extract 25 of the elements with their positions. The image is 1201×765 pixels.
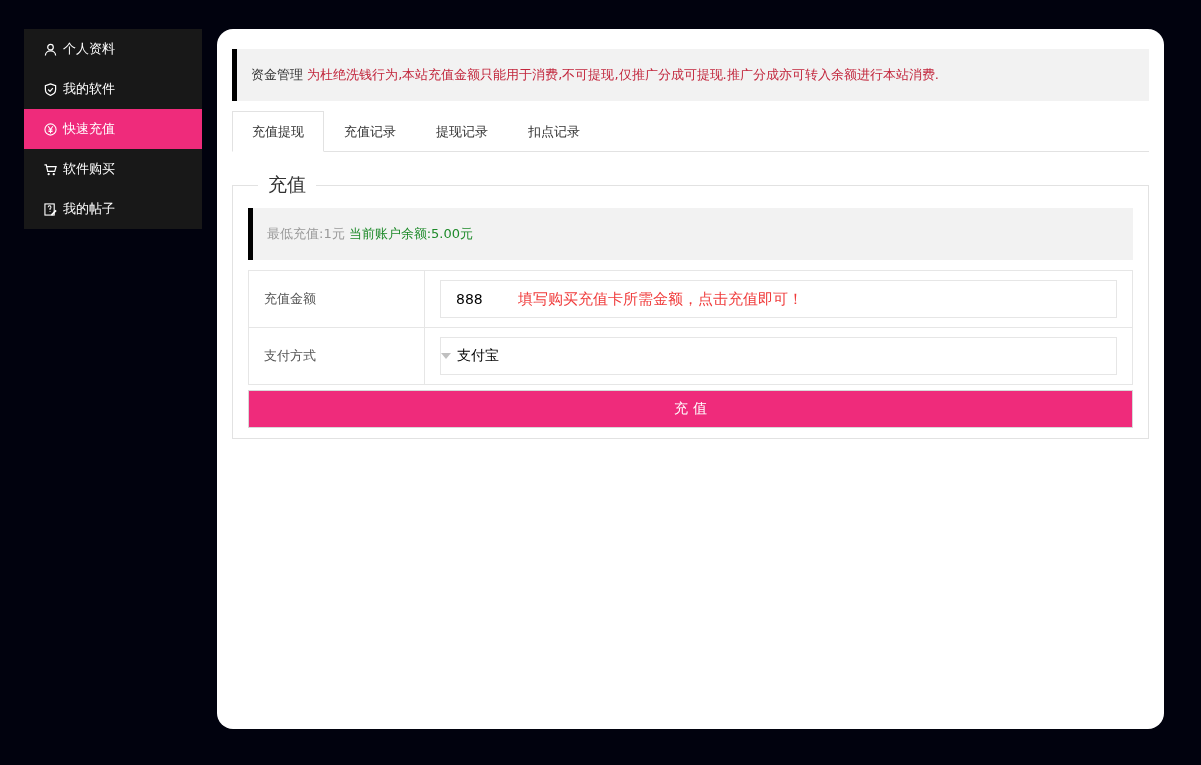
sidebar-item[interactable]: 我的帖子 — [24, 189, 202, 229]
sidebar-item[interactable]: 软件购买 — [24, 149, 202, 189]
notice-message: 为杜绝洗钱行为,本站充值金额只能用于消费,不可提现,仅推广分成可提现.推广分成亦可转入余额进行本站消费. — [307, 67, 939, 82]
sidebar-item[interactable]: 我的软件 — [24, 69, 202, 109]
payment-select[interactable]: 支付宝 — [440, 337, 1117, 375]
tab[interactable]: 扣点记录 — [508, 111, 600, 152]
note-edit-icon — [44, 202, 57, 216]
amount-field[interactable]: 888 填写购买充值卡所需金额，点击充值即可！ — [440, 280, 1117, 318]
notice-title: 资金管理 — [251, 67, 303, 82]
balance-note: 当前账户余额:5.00元 — [348, 225, 473, 243]
fieldset-legend: 充值 — [258, 172, 316, 198]
minimum-note: 最低充值:1元 — [267, 225, 345, 243]
yen-icon — [44, 122, 57, 136]
tab[interactable]: 充值提现 — [232, 111, 324, 152]
sidebar-item[interactable]: 个人资料 — [24, 29, 202, 69]
field-label: 充值金额 — [264, 290, 316, 308]
sidebar-item[interactable]: 快速充值 — [24, 109, 202, 149]
caret-icon — [441, 353, 451, 359]
tab[interactable]: 提现记录 — [416, 111, 508, 152]
recharge-button[interactable]: 充 值 — [248, 390, 1133, 428]
cart-icon — [44, 162, 57, 176]
shield-check-icon — [44, 82, 57, 96]
tab[interactable]: 充值记录 — [324, 111, 416, 152]
person-icon — [44, 42, 57, 56]
field-label: 支付方式 — [264, 347, 316, 365]
